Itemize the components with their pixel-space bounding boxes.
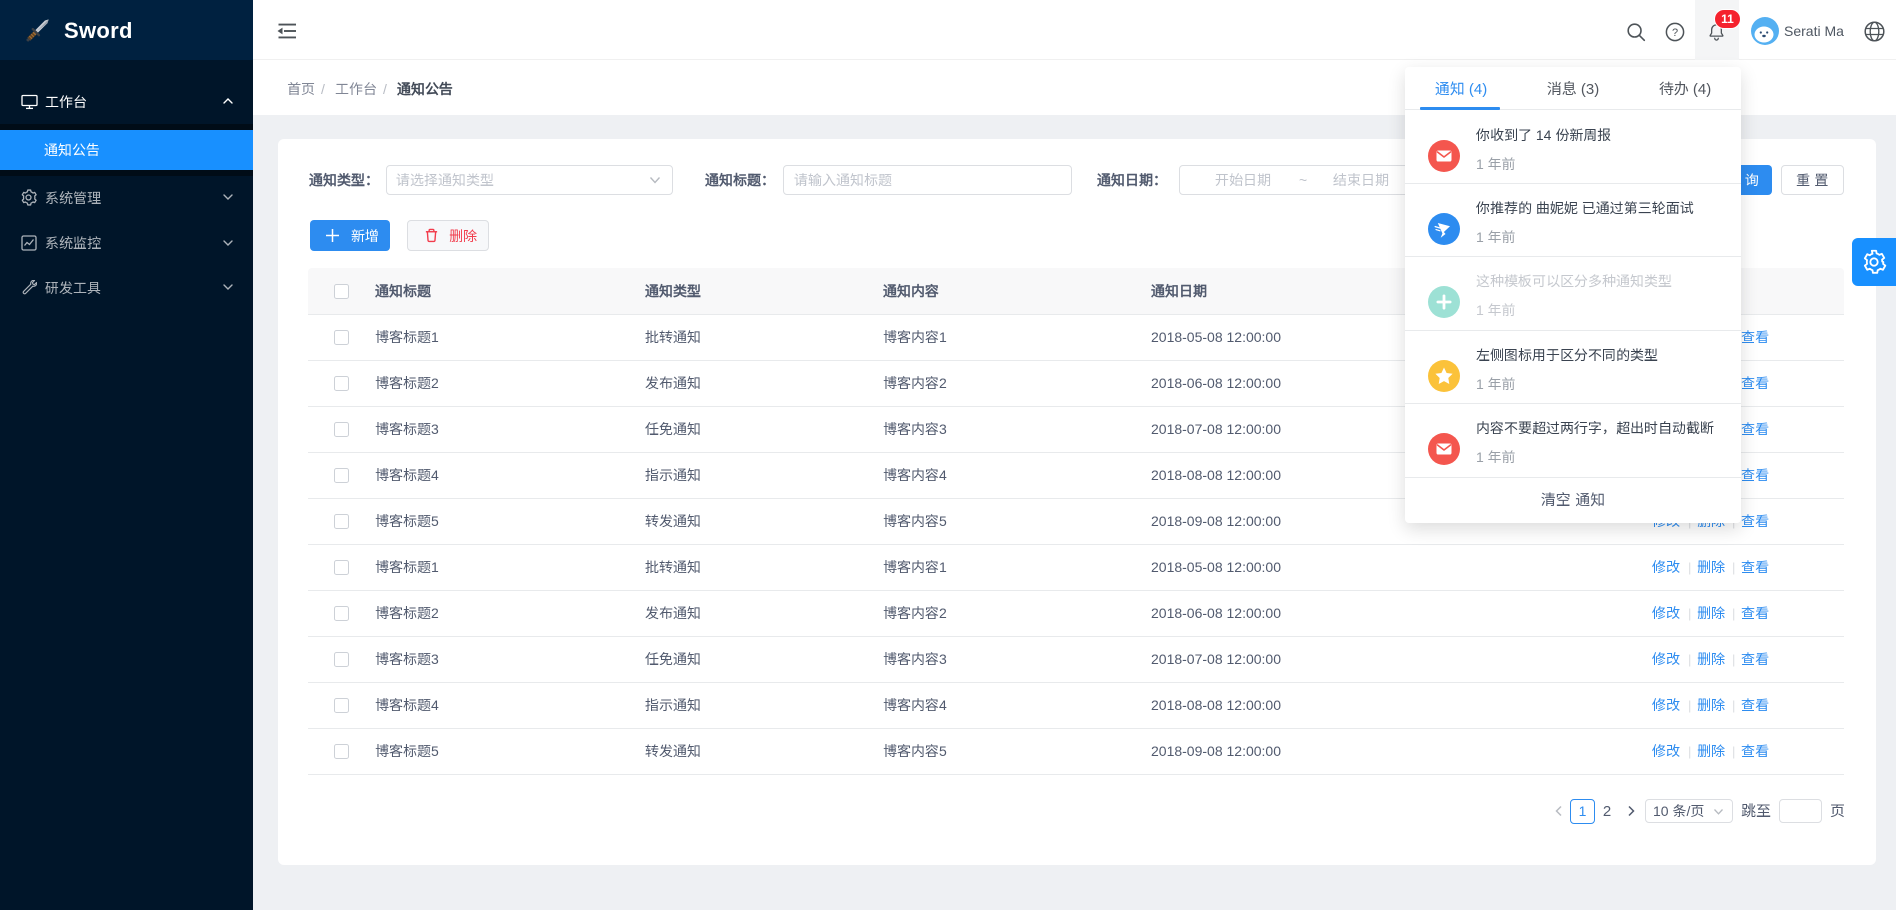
svg-text:?: ? <box>1672 27 1678 39</box>
